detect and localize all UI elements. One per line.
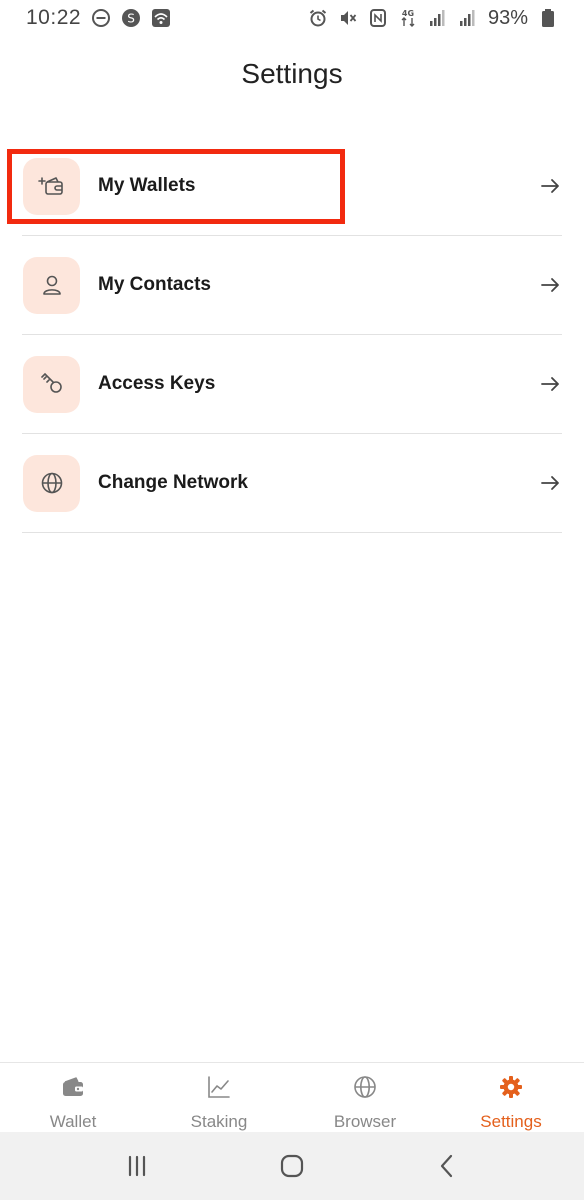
svg-text:S: S bbox=[127, 12, 135, 26]
globe-icon bbox=[23, 454, 80, 512]
mute-icon bbox=[338, 8, 358, 28]
gear-icon bbox=[497, 1073, 525, 1100]
nav-label: Staking bbox=[190, 1112, 248, 1131]
arrow-right-icon bbox=[538, 471, 562, 495]
wallet-icon bbox=[59, 1073, 87, 1100]
arrow-right-icon bbox=[538, 273, 562, 297]
status-left: 10:22 S bbox=[26, 6, 171, 30]
settings-item-label: My Contacts bbox=[98, 274, 211, 295]
nav-label: Settings bbox=[480, 1112, 542, 1131]
battery-percent: 93% bbox=[487, 6, 528, 29]
arrow-right-icon bbox=[538, 174, 562, 198]
4g-icon: 4G bbox=[398, 8, 418, 28]
chart-icon bbox=[205, 1073, 233, 1100]
system-nav-bar bbox=[0, 1132, 584, 1200]
settings-item-my-wallets[interactable]: My Wallets bbox=[22, 137, 562, 236]
nav-item-wallet[interactable]: Wallet bbox=[0, 1063, 146, 1132]
wifi-hotspot-icon bbox=[151, 8, 171, 28]
nav-label: Wallet bbox=[49, 1112, 97, 1131]
bottom-nav: Wallet Staking Browser Settings bbox=[0, 1062, 584, 1132]
nav-label: Browser bbox=[333, 1112, 397, 1131]
recent-apps-icon[interactable] bbox=[117, 1146, 157, 1186]
add-wallet-icon bbox=[23, 157, 80, 215]
alarm-icon bbox=[308, 8, 328, 28]
status-time: 10:22 bbox=[26, 6, 82, 29]
nav-item-settings[interactable]: Settings bbox=[438, 1063, 584, 1132]
signal-icon bbox=[458, 8, 478, 28]
arrow-right-icon bbox=[538, 372, 562, 396]
home-icon[interactable] bbox=[272, 1146, 312, 1186]
globe-icon bbox=[351, 1073, 379, 1100]
status-right: 4G 93% bbox=[308, 7, 558, 30]
settings-list: My Wallets My Contacts Access Keys Chang… bbox=[22, 137, 562, 533]
nav-item-browser[interactable]: Browser bbox=[292, 1063, 438, 1132]
settings-item-change-network[interactable]: Change Network bbox=[22, 434, 562, 533]
settings-item-label: Change Network bbox=[98, 472, 248, 493]
settings-item-label: Access Keys bbox=[98, 373, 216, 394]
shazam-icon: S bbox=[121, 8, 141, 28]
settings-item-label: My Wallets bbox=[98, 175, 196, 196]
svg-text:4G: 4G bbox=[402, 9, 414, 18]
settings-item-my-contacts[interactable]: My Contacts bbox=[22, 236, 562, 335]
do-not-disturb-icon bbox=[91, 8, 111, 28]
battery-icon bbox=[538, 8, 558, 28]
key-icon bbox=[23, 355, 80, 413]
back-icon[interactable] bbox=[427, 1146, 467, 1186]
person-icon bbox=[23, 256, 80, 314]
nfc-icon bbox=[368, 8, 388, 28]
status-bar: 10:22 S 4G 93% bbox=[0, 0, 584, 36]
nav-item-staking[interactable]: Staking bbox=[146, 1063, 292, 1132]
signal-icon bbox=[428, 8, 448, 28]
page-title: Settings bbox=[241, 58, 343, 89]
settings-item-access-keys[interactable]: Access Keys bbox=[22, 335, 562, 434]
